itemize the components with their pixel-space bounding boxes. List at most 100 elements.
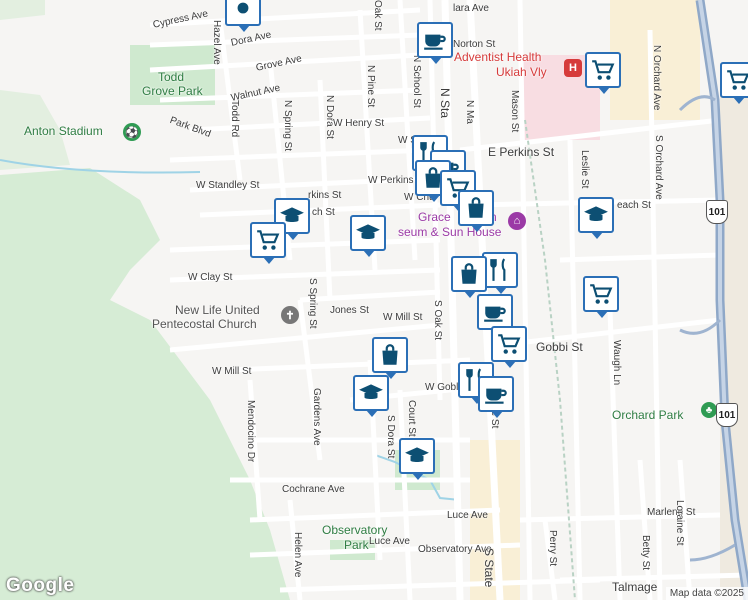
partial-pin-top[interactable] bbox=[225, 0, 261, 32]
shopping-cart-icon bbox=[498, 334, 521, 354]
generic-poi-icon bbox=[237, 2, 249, 14]
street-label-w-henry-st: W Henry St bbox=[333, 118, 385, 129]
street-label-w-clay-st: W Clay St bbox=[188, 272, 233, 283]
graduation-cap-icon bbox=[584, 206, 608, 221]
map-attribution[interactable]: Map data ©2025 bbox=[665, 587, 748, 600]
street-label-oak-st: Oak St bbox=[372, 0, 383, 31]
google-logo: Google bbox=[6, 575, 75, 596]
place-label-todd-grove-park-1[interactable]: Todd bbox=[158, 70, 184, 84]
street-label-helen-ave: Helen Ave bbox=[292, 532, 303, 578]
school-pin-2[interactable] bbox=[350, 215, 386, 257]
coffee-cup-icon bbox=[424, 34, 446, 50]
street-label-todd-rd: Todd Rd bbox=[229, 100, 240, 138]
school-pin-5[interactable] bbox=[399, 438, 435, 480]
coffee-cup-icon bbox=[484, 306, 506, 322]
street-label-cochrane-ave: Cochrane Ave bbox=[282, 484, 345, 495]
street-label-s-state: S State bbox=[482, 548, 496, 588]
street-label-gardens-ave: Gardens Ave bbox=[311, 388, 322, 446]
shopping-cart-icon bbox=[727, 70, 748, 90]
coffee-cup-icon bbox=[485, 388, 507, 404]
street-label-luce-ave-2: Luce Ave bbox=[447, 510, 488, 521]
shopping-cart-icon bbox=[257, 230, 280, 250]
shopping-cart-icon bbox=[590, 284, 613, 304]
street-label-clara-ave: lara Ave bbox=[453, 3, 489, 14]
shopping-bag-icon bbox=[461, 263, 477, 284]
street-label-waugh-ln: Waugh Ln bbox=[611, 340, 622, 386]
church-icon[interactable]: ✝ bbox=[281, 306, 299, 324]
shopping-bag-pin-3[interactable] bbox=[451, 256, 487, 298]
school-pin-3[interactable] bbox=[578, 197, 614, 239]
street-label-n-pine-st: N Pine St bbox=[365, 65, 376, 108]
cafe-pin[interactable] bbox=[417, 22, 453, 64]
street-label-n-main: N Ma bbox=[464, 100, 475, 124]
shopping-bag-icon bbox=[382, 344, 398, 365]
street-label-s-orchard-ave: S Orchard Ave bbox=[653, 135, 664, 200]
street-label-n-state: N Sta bbox=[438, 88, 452, 119]
place-label-orchard-park[interactable]: Orchard Park bbox=[612, 408, 683, 422]
map-canvas[interactable]: Cypress Ave Dora Ave Grove Ave Walnut Av… bbox=[0, 0, 748, 600]
street-label-norton-st: Norton St bbox=[453, 39, 496, 50]
place-label-todd-grove-park-2[interactable]: Grove Park bbox=[142, 84, 203, 98]
street-label-jones-st: Jones St bbox=[330, 305, 369, 316]
street-label-s-oak-st: S Oak St bbox=[432, 300, 443, 341]
shopping-cart-pin[interactable] bbox=[585, 52, 621, 94]
shopping-cart-pin-2[interactable] bbox=[720, 62, 748, 104]
shopping-bag-pin-2[interactable] bbox=[458, 190, 494, 232]
street-label-mendocino-dr: Mendocino Dr bbox=[245, 400, 256, 463]
place-label-adventist-2[interactable]: Ukiah Vly bbox=[496, 65, 547, 79]
street-label-betty-st: Betty St bbox=[640, 535, 651, 571]
street-label-n-school-st: N School St bbox=[411, 55, 422, 108]
street-label-luce-ave: Luce Ave bbox=[369, 536, 410, 547]
street-label-s-dora-st: S Dora St bbox=[385, 415, 396, 459]
street-label-court-st: Court St bbox=[406, 400, 417, 437]
place-label-grace-museum-1[interactable]: Grace bbox=[418, 210, 451, 224]
street-label-w-gobbi: W Gobl bbox=[425, 382, 459, 393]
shopping-bag-pin-4[interactable] bbox=[372, 337, 408, 379]
street-label-hazel-ave: Hazel Ave bbox=[211, 20, 222, 65]
shopping-cart-icon bbox=[592, 60, 615, 80]
street-label-mason-st: Mason St bbox=[509, 90, 520, 133]
place-label-observatory-park-2[interactable]: Park bbox=[344, 538, 369, 552]
museum-icon[interactable]: ⌂ bbox=[508, 212, 526, 230]
street-label-beach-st: each St bbox=[617, 200, 651, 211]
street-label-loraine-st: Loraine St bbox=[674, 500, 685, 546]
place-label-new-life-1[interactable]: New Life United bbox=[175, 303, 260, 317]
street-label-church-st: ch St bbox=[312, 207, 335, 218]
street-label-perkins-st-short: rkins St bbox=[308, 190, 342, 201]
park-tree-icon[interactable]: ♣ bbox=[701, 402, 717, 418]
graduation-cap-icon bbox=[356, 224, 380, 239]
place-label-new-life-2[interactable]: Pentecostal Church bbox=[152, 317, 257, 331]
fork-knife-icon bbox=[490, 258, 506, 281]
street-label-n-orchard-ave: N Orchard Ave bbox=[651, 45, 662, 111]
street-label-n-spring-st: N Spring St bbox=[282, 100, 293, 152]
place-label-observatory-park-1[interactable]: Observatory bbox=[322, 523, 387, 537]
street-label-e-perkins-st: E Perkins St bbox=[488, 145, 555, 159]
street-label-n-dora-st: N Dora St bbox=[324, 95, 335, 139]
graduation-cap-icon bbox=[359, 384, 383, 399]
hospital-icon[interactable]: H bbox=[564, 59, 582, 77]
street-label-perry-st: Perry St bbox=[547, 530, 558, 567]
cafe-pin-4[interactable] bbox=[478, 376, 514, 418]
street-label-marlene-st: Marlene St bbox=[647, 507, 696, 518]
street-label-leslie-st: Leslie St bbox=[579, 150, 590, 189]
shopping-cart-pin-3[interactable] bbox=[250, 222, 286, 264]
place-label-grace-museum-2[interactable]: seum & Sun House bbox=[398, 225, 501, 239]
place-label-anton-stadium[interactable]: Anton Stadium bbox=[24, 124, 103, 138]
school-pin-4[interactable] bbox=[353, 375, 389, 417]
stadium-icon[interactable]: ⚽ bbox=[123, 123, 141, 141]
shopping-cart-pin-5[interactable] bbox=[583, 276, 619, 318]
graduation-cap-icon bbox=[405, 447, 429, 462]
street-label-w-mill-st-2: W Mill St bbox=[212, 366, 252, 377]
street-label-observatory-ave: Observatory Ave bbox=[418, 544, 492, 555]
shopping-cart-pin-6[interactable] bbox=[491, 326, 527, 368]
street-label-gobbi-st: Gobbi St bbox=[536, 340, 583, 354]
highway-101-shield: 101 bbox=[706, 200, 728, 224]
restaurant-pin[interactable] bbox=[482, 252, 518, 294]
street-label-w-standley-st: W Standley St bbox=[196, 180, 260, 191]
street-label-w-mill-st: W Mill St bbox=[383, 312, 423, 323]
place-label-adventist-1[interactable]: Adventist Health bbox=[454, 50, 541, 64]
shopping-bag-icon bbox=[468, 197, 484, 218]
cafe-pin-3[interactable] bbox=[477, 294, 513, 336]
street-label-talmage: Talmage bbox=[612, 580, 658, 594]
street-label-s-spring-st: S Spring St bbox=[307, 278, 318, 329]
